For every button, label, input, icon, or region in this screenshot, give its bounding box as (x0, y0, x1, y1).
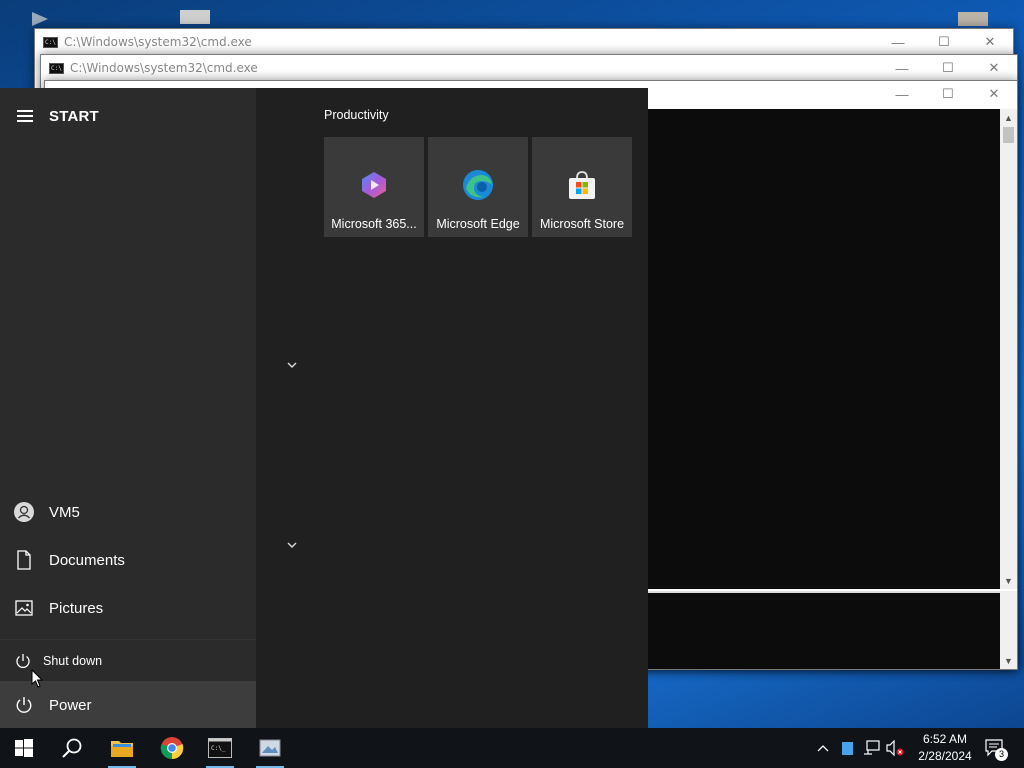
volume-muted-icon[interactable] (884, 728, 908, 768)
network-icon[interactable] (860, 728, 882, 768)
power-icon (14, 652, 32, 670)
taskbar: C:\_ 6:52 AM 2/28/2024 3 (0, 728, 1024, 768)
window-titlebar[interactable]: C:\Windows\system32\cmd.exe (41, 55, 1017, 81)
minimize-button[interactable]: — (875, 29, 921, 55)
folder-icon (111, 741, 133, 757)
shut-down-label: Shut down (43, 653, 103, 668)
mouse-cursor-icon (31, 668, 45, 694)
chevron-down-icon[interactable] (286, 358, 300, 368)
chevron-up-icon (817, 745, 829, 752)
start-menu: START VM5 Documents Pictures Shut down P… (0, 88, 648, 729)
maximize-button[interactable]: ☐ (925, 55, 971, 81)
user-name: VM5 (49, 503, 80, 521)
scrollbar-lower[interactable]: ▼ (1000, 591, 1017, 669)
power-icon (14, 695, 34, 715)
cmd-icon (43, 36, 58, 48)
desktop-icon[interactable] (180, 10, 210, 24)
start-button[interactable] (0, 728, 48, 768)
maximize-button[interactable]: ☐ (921, 29, 967, 55)
clock-time: 6:52 AM (922, 732, 968, 746)
user-account-button[interactable]: VM5 (0, 488, 256, 536)
terminal-icon: C:\_ (208, 738, 232, 758)
notification-badge: 3 (995, 748, 1008, 761)
chrome-icon (160, 737, 184, 760)
scroll-up-arrow[interactable]: ▲ (1000, 109, 1017, 126)
close-button[interactable]: ✕ (967, 29, 1013, 55)
action-center-button[interactable]: 3 (980, 728, 1010, 768)
scroll-thumb[interactable] (1003, 127, 1014, 143)
documents-button[interactable]: Documents (0, 536, 256, 584)
cmd-icon (49, 62, 64, 74)
start-left-pane: START VM5 Documents Pictures Shut down P… (0, 88, 256, 729)
tile-microsoft-edge[interactable]: Microsoft Edge (428, 137, 528, 237)
microsoft-365-icon (358, 169, 390, 201)
tile-label: Microsoft Store (539, 217, 625, 231)
hamburger-icon[interactable] (17, 110, 33, 122)
pictures-icon (14, 598, 34, 618)
chevron-down-icon[interactable] (286, 538, 300, 548)
start-header: START (0, 102, 256, 130)
start-title: START (49, 107, 99, 125)
windows-logo-icon (15, 739, 33, 757)
scroll-down-arrow[interactable]: ▼ (1000, 572, 1017, 589)
close-button[interactable]: ✕ (971, 55, 1017, 81)
tile-label: Microsoft Edge (436, 217, 520, 231)
taskbar-clock[interactable]: 6:52 AM 2/28/2024 (910, 731, 980, 765)
scroll-down-arrow[interactable]: ▼ (1000, 652, 1017, 669)
store-icon (566, 169, 598, 201)
tile-microsoft-store[interactable]: Microsoft Store (532, 137, 632, 237)
file-explorer-button[interactable] (98, 728, 146, 768)
user-avatar-icon (14, 502, 34, 522)
svg-text:C:\_: C:\_ (211, 745, 226, 752)
app-list-column (256, 88, 324, 728)
paint-icon (259, 739, 281, 757)
documents-label: Documents (49, 551, 125, 569)
desktop-icon[interactable] (958, 12, 988, 26)
scrollbar[interactable]: ▲ ▼ (1000, 109, 1017, 589)
close-button[interactable]: ✕ (971, 81, 1017, 107)
tile-microsoft-365[interactable]: Microsoft 365... (324, 137, 424, 237)
chrome-button[interactable] (148, 728, 196, 768)
window-title: C:\Windows\system32\cmd.exe (64, 35, 252, 49)
search-button[interactable] (48, 728, 96, 768)
minimize-button[interactable]: — (879, 81, 925, 107)
power-label: Power (49, 696, 92, 714)
tile-group-title[interactable]: Productivity (324, 108, 389, 122)
app-taskbar-button[interactable] (246, 728, 294, 768)
pictures-label: Pictures (49, 599, 104, 617)
pictures-button[interactable]: Pictures (0, 584, 256, 632)
tray-app-icon[interactable] (838, 728, 856, 768)
minimize-button[interactable]: — (879, 55, 925, 81)
cmd-taskbar-button[interactable]: C:\_ (196, 728, 244, 768)
document-icon (14, 550, 34, 570)
window-titlebar[interactable]: C:\Windows\system32\cmd.exe (35, 29, 1013, 55)
tile-label: Microsoft 365... (331, 217, 417, 231)
clock-date: 2/28/2024 (918, 749, 972, 763)
show-hidden-icons-button[interactable] (812, 728, 834, 768)
maximize-button[interactable]: ☐ (925, 81, 971, 107)
window-title: C:\Windows\system32\cmd.exe (70, 61, 258, 75)
search-icon (62, 738, 82, 758)
edge-icon (462, 169, 494, 201)
desktop-icon[interactable] (28, 10, 52, 28)
